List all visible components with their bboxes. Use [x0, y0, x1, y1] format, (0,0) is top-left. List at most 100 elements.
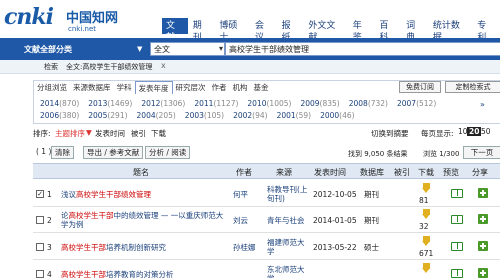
facet-tab-author[interactable]: 作者 [209, 81, 230, 94]
nav-tab-conferences[interactable]: 会议 [251, 18, 277, 43]
cnki-logo[interactable]: cnki 中国知网 cnki.net [4, 4, 120, 36]
row-date: 2012-10-05 [313, 190, 357, 199]
clear-button[interactable]: 清除 [51, 146, 74, 159]
row-checkbox[interactable] [36, 243, 44, 251]
next-page-button[interactable]: 下一页 [463, 146, 500, 159]
per-page-50[interactable]: 50 [479, 127, 493, 136]
row-title-link[interactable]: 论高校学生干部中的绩效管理 — 一以重庆师范大学为例 [61, 211, 229, 229]
nav-tab-encyclopedia[interactable]: 百科 [375, 18, 401, 43]
facet-tab-subject[interactable]: 学科 [114, 81, 135, 94]
facet-tab-fund[interactable]: 基金 [251, 81, 272, 94]
row-title-link[interactable]: 高校学生干部培养教育的对策分析 [61, 270, 229, 278]
col-preview: 预览 [443, 168, 459, 177]
preview-icon[interactable] [451, 189, 463, 198]
year-facet-2008[interactable]: 2008(732) [349, 99, 388, 108]
col-db[interactable]: 数据库 [360, 167, 384, 178]
subscribe-button[interactable]: 免费订阅 [399, 81, 441, 93]
year-facet-2013[interactable]: 2013(1469) [88, 99, 132, 108]
nav-tab-newspapers[interactable]: 报纸 [278, 18, 304, 43]
preview-icon[interactable] [451, 215, 463, 224]
year-facet-2000[interactable]: 2000(46) [320, 111, 355, 120]
col-author[interactable]: 作者 [236, 167, 252, 178]
share-plus-icon[interactable] [478, 188, 488, 198]
switch-summary-link[interactable]: 切换到摘要 [371, 128, 409, 139]
category-selector[interactable]: 文献全部分类 [24, 44, 72, 55]
facet-tab-level[interactable]: 研究层次 [173, 81, 209, 94]
sort-topic[interactable]: 主题排序 [55, 128, 85, 139]
nav-tab-journals[interactable]: 期刊 [189, 18, 215, 43]
year-facet-2005[interactable]: 2005(291) [88, 111, 127, 120]
more-years-icon[interactable]: » [480, 100, 485, 109]
row-author[interactable]: 何平 [233, 190, 248, 199]
row-source[interactable]: 福建师范大学 [267, 238, 311, 256]
breadcrumb-path[interactable]: 全文:高校学生干部绩效管理 [66, 62, 152, 72]
row-author[interactable]: 孙桂娜 [233, 243, 256, 252]
row-checkbox[interactable] [36, 270, 44, 278]
year-facet-2002[interactable]: 2002(94) [233, 111, 268, 120]
col-date[interactable]: 发表时间 [314, 167, 346, 178]
field-select[interactable]: 全文 ▾ [150, 42, 225, 56]
custom-query-button[interactable]: 定制检索式 [445, 81, 500, 93]
share-plus-icon[interactable] [478, 268, 488, 278]
year-facet-2003[interactable]: 2003(105) [185, 111, 224, 120]
download-icon[interactable] [422, 183, 431, 194]
nav-tab-patents[interactable]: 专利 [473, 18, 499, 43]
year-facet-2010[interactable]: 2010(1005) [247, 99, 291, 108]
nav-tab-theses[interactable]: 博硕士 [215, 18, 250, 43]
year-facet-2004[interactable]: 2004(205) [137, 111, 176, 120]
sort-cited[interactable]: 被引 [131, 128, 146, 139]
nav-tab-dictionary[interactable]: 词典 [402, 18, 428, 43]
row-title-link[interactable]: 高校学生干部培养机制创新研究 [61, 243, 229, 252]
year-facet-2009[interactable]: 2009(835) [300, 99, 339, 108]
facet-tab-year[interactable]: 发表年度 [134, 81, 173, 94]
sort-date[interactable]: 发表时间 [95, 128, 125, 139]
year-count: (205) [155, 111, 176, 120]
nav-tab-literature[interactable]: 文献 [162, 18, 188, 43]
nav-tab-yearbooks[interactable]: 年鉴 [349, 18, 375, 43]
col-source[interactable]: 来源 [276, 167, 292, 178]
nav-tab-statistics[interactable]: 统计数据 [429, 18, 472, 43]
year-facet-2014[interactable]: 2014(870) [40, 99, 79, 108]
logo-url: cnki.net [68, 25, 96, 33]
main-nav: 文献 期刊 博硕士 会议 报纸 外文文献 年鉴 百科 词典 统计数据 专利 [162, 18, 500, 43]
row-source[interactable]: 东北师范大学 [267, 265, 311, 278]
year-facet-2012[interactable]: 2012(1306) [141, 99, 185, 108]
row-title-link[interactable]: 浅议高校学生干部绩效管理 [61, 190, 229, 199]
table-row[interactable]: ✓ 1 浅议高校学生干部绩效管理 何平 科教导刊(上旬刊) 2012-10-05 期刊 81 [33, 181, 500, 207]
share-plus-icon[interactable] [478, 241, 488, 251]
table-row[interactable]: 3 高校学生干部培养机制创新研究 孙桂娜 福建师范大学 2013-05-22 硕士 671 [33, 234, 500, 260]
row-author[interactable]: 刘云 [233, 216, 248, 225]
search-input[interactable]: 高校学生干部绩效管理 [225, 42, 500, 56]
download-icon[interactable] [422, 263, 431, 274]
table-row[interactable]: 4 高校学生干部培养教育的对策分析 东北师范大学 [33, 261, 500, 278]
facet-tab-source-db[interactable]: 来源数据库 [70, 81, 114, 94]
year-facet-2011[interactable]: 2011(1127) [194, 99, 238, 108]
category-arrow-icon[interactable]: ▼ [137, 45, 142, 53]
row-checkbox[interactable]: ✓ [36, 190, 44, 198]
col-title[interactable]: 题名 [133, 167, 149, 178]
col-cited[interactable]: 被引 [394, 167, 410, 178]
year-label: 2014 [40, 99, 60, 108]
sort-downloads[interactable]: 下载 [151, 128, 166, 139]
export-button[interactable]: 导出 / 参考文献 [83, 146, 144, 159]
title-highlight: 高校学生干部 [61, 243, 106, 252]
download-icon[interactable] [422, 209, 431, 220]
facet-tab-institution[interactable]: 机构 [230, 81, 251, 94]
table-row[interactable]: 2 论高校学生干部中的绩效管理 — 一以重庆师范大学为例 刘云 青年与社会 2014-0… [33, 207, 500, 233]
preview-icon[interactable] [451, 269, 463, 278]
year-count: (1005) [266, 99, 292, 108]
nav-tab-foreign[interactable]: 外文文献 [304, 18, 347, 43]
year-facet-2001[interactable]: 2001(59) [277, 111, 312, 120]
download-icon[interactable] [422, 236, 431, 247]
analyze-button[interactable]: 分析 / 阅读 [145, 146, 191, 159]
preview-icon[interactable] [451, 242, 463, 251]
share-plus-icon[interactable] [478, 214, 488, 224]
col-downloads[interactable]: 下载 [418, 167, 434, 178]
row-source[interactable]: 青年与社会 [267, 216, 311, 225]
facet-tab-browse[interactable]: 分组浏览 [34, 81, 70, 94]
row-checkbox[interactable] [36, 216, 44, 224]
year-facet-2006[interactable]: 2006(380) [40, 111, 79, 120]
year-facet-2007[interactable]: 2007(512) [397, 99, 436, 108]
row-source[interactable]: 科教导刊(上旬刊) [267, 185, 311, 203]
close-icon[interactable]: x [161, 61, 166, 70]
